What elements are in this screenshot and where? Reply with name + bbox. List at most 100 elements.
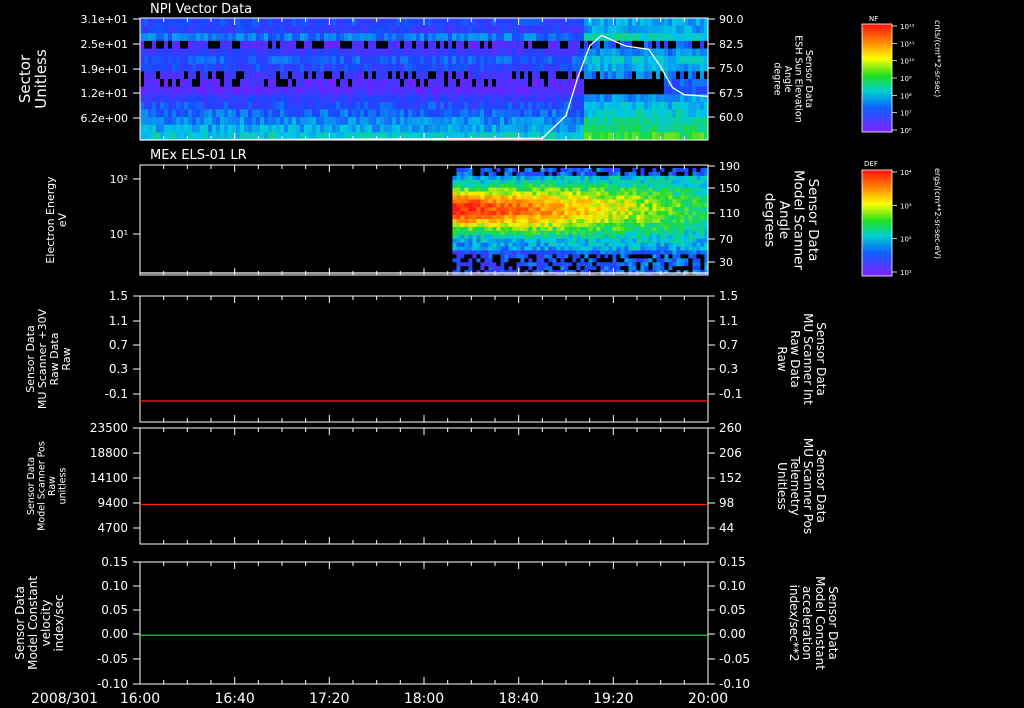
- els-heatmap-cell: [644, 258, 649, 263]
- els-heatmap-cell: [508, 219, 513, 224]
- npi-heatmap-cell: [340, 33, 345, 42]
- els-heatmap-cell: [632, 219, 637, 224]
- els-heatmap-cell: [640, 226, 645, 232]
- els-heatmap-cell: [544, 226, 549, 232]
- npi-heatmap-cell: [236, 18, 241, 27]
- npi-heatmap-cell: [376, 124, 381, 133]
- els-heatmap-cell: [616, 199, 621, 204]
- npi-heatmap-cell: [160, 48, 165, 57]
- npi-heatmap-cell: [344, 40, 349, 49]
- npi-panel-title: NPI Vector Data: [150, 2, 252, 17]
- npi-heatmap-cell: [648, 79, 653, 88]
- npi-heatmap-cell: [416, 124, 421, 133]
- els-heatmap-cell: [612, 230, 617, 236]
- els-heatmap-cell: [508, 262, 513, 267]
- npi-heatmap-cell: [468, 101, 473, 110]
- els-heatmap-cell: [560, 230, 565, 236]
- npi-heatmap-cell: [204, 117, 209, 126]
- left-tick-label: 6.2e+00: [81, 112, 128, 125]
- els-heatmap-cell: [496, 179, 501, 185]
- npi-heatmap-cell: [224, 71, 229, 80]
- npi-heatmap-cell: [564, 40, 569, 49]
- els-heatmap-cell: [624, 266, 629, 271]
- npi-heatmap-cell: [488, 109, 493, 118]
- npi-heatmap-cell: [140, 25, 145, 34]
- npi-heatmap-cell: [316, 101, 321, 110]
- els-heatmap-cell: [488, 207, 493, 212]
- npi-heatmap-cell: [332, 63, 337, 72]
- els-heatmap-cell: [528, 242, 533, 248]
- els-heatmap-cell: [636, 211, 641, 216]
- npi-heatmap-cell: [648, 25, 653, 34]
- npi-heatmap-cell: [480, 56, 485, 65]
- npi-heatmap-cell: [248, 124, 253, 133]
- els-heatmap-cell: [660, 234, 665, 240]
- els-heatmap-cell: [588, 195, 593, 200]
- npi-heatmap-cell: [616, 56, 621, 65]
- npi-heatmap-cell: [460, 48, 465, 57]
- npi-heatmap-cell: [396, 94, 401, 103]
- els-heatmap-cell: [684, 191, 689, 196]
- els-heatmap-cell: [668, 187, 673, 193]
- npi-heatmap-cell: [400, 48, 405, 57]
- npi-heatmap-cell: [524, 109, 529, 118]
- els-heatmap-cell: [532, 168, 537, 173]
- els-heatmap-cell: [528, 238, 533, 244]
- npi-heatmap-cell: [488, 48, 493, 57]
- npi-heatmap-cell: [476, 40, 481, 49]
- els-heatmap-cell: [672, 238, 677, 244]
- npi-heatmap-cell: [640, 117, 645, 126]
- npi-heatmap-cell: [648, 124, 653, 133]
- velocity-frame: [139, 561, 709, 685]
- npi-heatmap-cell: [220, 40, 225, 49]
- npi-heatmap-cell: [172, 25, 177, 34]
- npi-heatmap-cell: [328, 71, 333, 80]
- npi-heatmap-cell: [504, 109, 509, 118]
- npi-heatmap-cell: [620, 56, 625, 65]
- npi-heatmap-cell: [200, 79, 205, 88]
- els-heatmap-cell: [680, 215, 685, 220]
- els-heatmap-cell: [596, 226, 601, 232]
- els-heatmap-cell: [492, 179, 497, 185]
- npi-heatmap-cell: [304, 48, 309, 57]
- els-heatmap-cell: [692, 254, 697, 259]
- els-heatmap-cell: [516, 195, 521, 200]
- els-heatmap-cell: [560, 195, 565, 200]
- npi-heatmap-cell: [332, 40, 337, 49]
- els-heatmap-cell: [620, 262, 625, 267]
- npi-heatmap-cell: [284, 117, 289, 126]
- npi-heatmap-cell: [416, 33, 421, 42]
- npi-heatmap-cell: [228, 86, 233, 95]
- npi-heatmap-cell: [628, 117, 633, 126]
- npi-heatmap-cell: [236, 48, 241, 57]
- npi-heatmap-cell: [584, 86, 589, 95]
- els-heatmap-cell: [452, 270, 457, 275]
- els-heatmap-cell: [572, 203, 577, 208]
- npi-heatmap-cell: [288, 33, 293, 42]
- els-heatmap-cell: [584, 258, 589, 263]
- npi-heatmap-cell: [408, 40, 413, 49]
- npi-heatmap-cell: [584, 79, 589, 88]
- npi-heatmap-cell: [568, 124, 573, 133]
- npi-heatmap-cell: [416, 94, 421, 103]
- els-heatmap-cell: [644, 183, 649, 189]
- els-heatmap-cell: [532, 219, 537, 224]
- els-heatmap-cell: [636, 183, 641, 189]
- els-heatmap-cell: [532, 242, 537, 248]
- els-heatmap-cell: [616, 250, 621, 255]
- els-right-label: Sensor DataModel ScannerAngledegrees: [762, 170, 822, 271]
- npi-heatmap-cell: [452, 94, 457, 103]
- npi-heatmap-cell: [220, 124, 225, 133]
- npi-heatmap-cell: [408, 71, 413, 80]
- npi-heatmap-cell: [192, 86, 197, 95]
- els-heatmap-cell: [492, 246, 497, 251]
- npi-heatmap-cell: [256, 71, 261, 80]
- npi-heatmap-cell: [684, 86, 689, 95]
- els-heatmap-cell: [604, 234, 609, 240]
- els-heatmap-cell: [472, 195, 477, 200]
- els-heatmap-cell: [580, 250, 585, 255]
- els-heatmap-cell: [652, 191, 657, 196]
- els-heatmap-cell: [468, 262, 473, 267]
- npi-heatmap-cell: [508, 86, 513, 95]
- els-heatmap-cell: [540, 191, 545, 196]
